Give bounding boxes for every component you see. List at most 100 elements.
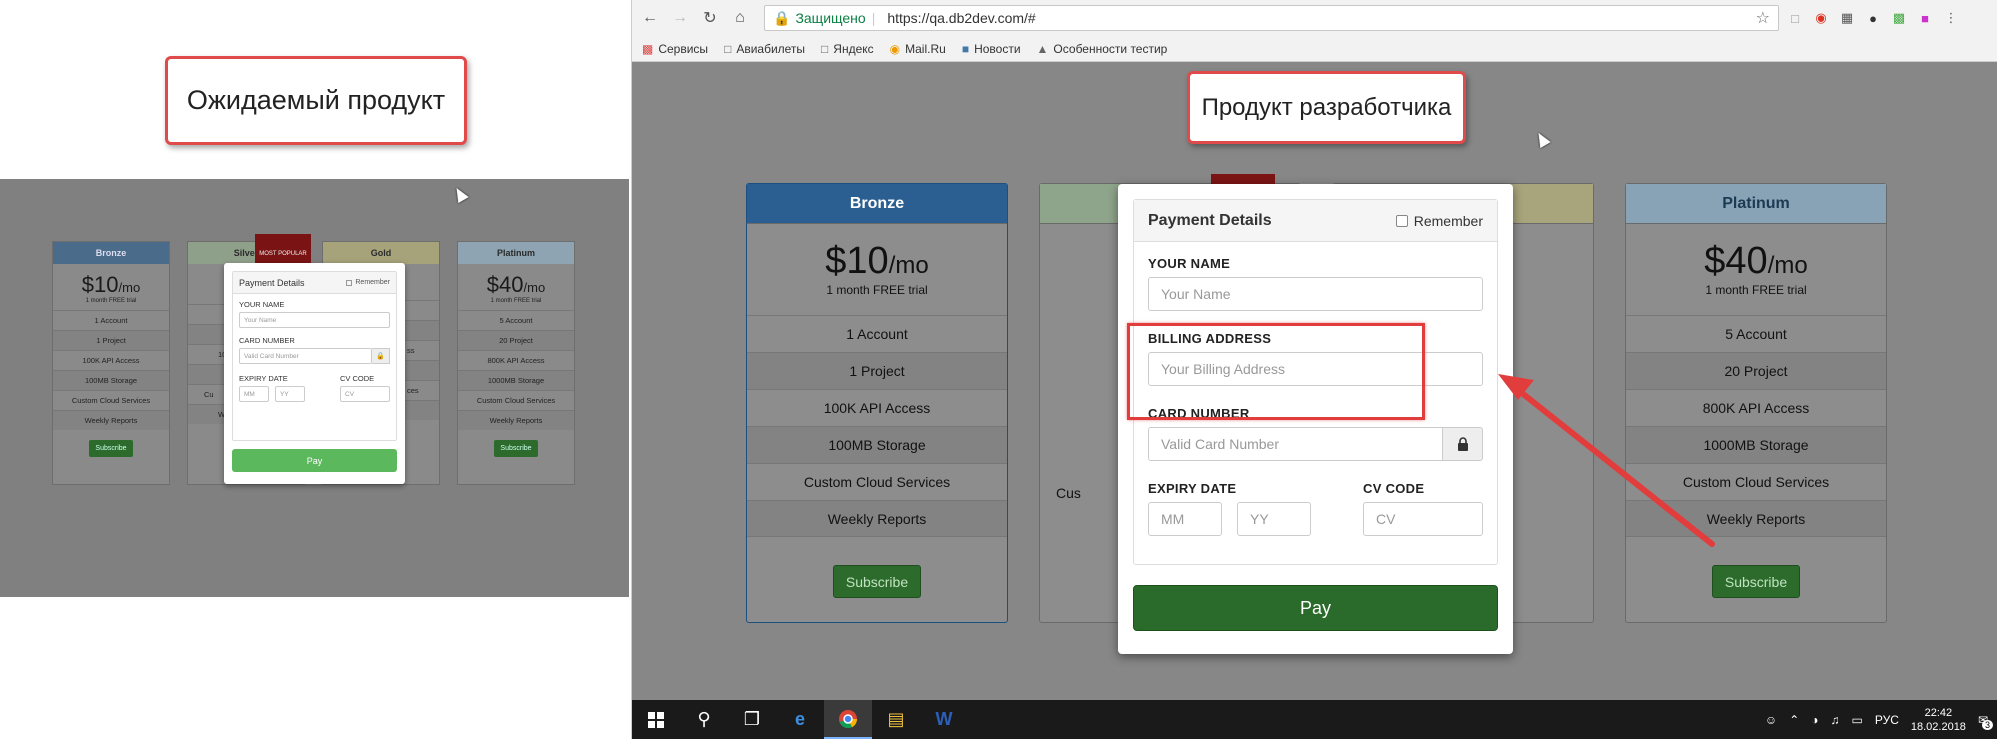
chrome-icon[interactable] [824,700,872,739]
clock-date: 18.02.2018 [1910,720,1966,733]
windows-taskbar: ⚲ ❐ e ▤ W ☺ ⌃ ◑ ♫ ▭ РУС 22:42 18.02.2018… [632,700,1997,739]
notifications-icon[interactable]: ✉ 3 [1978,713,1993,730]
mini-mm-input[interactable]: MM [239,386,269,402]
mini-pay-button[interactable]: Pay [232,449,397,472]
mini-cv-col: CV CODE CV [340,370,390,402]
bookmark-avia[interactable]: □ Авиабилеты [724,42,805,56]
search-icon[interactable]: ⚲ [680,700,728,739]
mini-card-title: Bronze [53,242,169,264]
mini-feature: 100K API Access [53,350,169,370]
mini-card-bronze: Bronze $10/mo 1 month FREE trial 1 Accou… [52,241,170,485]
address-bar[interactable]: 🔒 Защищено | https://qa.db2dev.com/# ☆ [764,5,1779,31]
bookmark-mailru[interactable]: ◉ Mail.Ru [890,42,946,56]
system-tray: ☺ ⌃ ◑ ♫ ▭ РУС 22:42 18.02.2018 ✉ 3 [1765,706,1997,734]
mini-card-trial: 1 month FREE trial [490,298,542,304]
clock-time: 22:42 [1924,706,1953,719]
mini-feature: 1000MB Storage [458,370,574,390]
mini-cv-label: CV CODE [340,374,375,383]
bookmark-label: Яндекс [833,41,874,56]
bookmark-label: Новости [974,41,1021,56]
bookmarks-bar: ▩ Сервисы □ Авиабилеты □ Яндекс ◉ Mail.Ru ■ Н… [632,36,1997,62]
clock[interactable]: 22:42 18.02.2018 [1911,706,1966,734]
mini-yy-input[interactable]: YY [275,386,305,402]
color-extension-icon[interactable]: ■ [1915,8,1935,28]
mini-feature: 1 Account [53,310,169,330]
opera-extension-icon[interactable]: ◉ [1811,8,1831,28]
folder-icon[interactable]: ▤ [872,700,920,739]
mini-feature: 800K API Access [458,350,574,370]
battery-icon[interactable]: ▭ [1852,713,1863,727]
mini-panel-title: Payment Details [239,277,305,288]
mini-card-title: Platinum [458,242,574,264]
mini-panel-header: Payment Details Remember [233,272,396,294]
mini-feature: Weekly Reports [458,410,574,430]
mini-remember-checkbox[interactable] [346,279,353,286]
mini-price-per: /mo [118,280,141,295]
mini-feature: 100MB Storage [53,370,169,390]
notifications-count: 3 [1981,719,1993,730]
bookmark-label: Сервисы [658,41,709,56]
windows-icon[interactable] [632,700,680,739]
menu-icon[interactable]: ⋮ [1941,8,1961,28]
bookmark-apps[interactable]: ▩ Сервисы [642,42,708,56]
expected-product-panel: Ожидаемый продукт Bronze $10/mo 1 month … [0,0,629,739]
mini-cv-input[interactable]: CV [340,386,390,402]
expected-callout: Ожидаемый продукт [165,56,467,145]
pdf-extension-icon[interactable]: □ [1785,8,1805,28]
home-icon[interactable]: ⌂ [728,6,752,30]
reload-icon[interactable]: ↻ [698,6,722,30]
flask-icon: ▲ [1036,41,1049,56]
page-icon: □ [724,41,732,56]
extension-icon[interactable]: ▦ [1837,8,1857,28]
translate-extension-icon[interactable]: ▩ [1889,8,1909,28]
volume-icon[interactable]: ♫ [1831,713,1840,727]
mini-price-value: $40 [486,272,524,297]
mini-remember[interactable]: Remember [346,279,390,286]
bookmark-label: Особенности тестир [1053,41,1168,56]
expected-payment-modal: Payment Details Remember YOUR NAME Your … [224,263,405,484]
bookmark-news[interactable]: ■ Новости [962,42,1021,56]
mini-subscribe-button[interactable]: Subscribe [89,440,133,457]
mini-expiry-label: EXPIRY DATE [239,374,288,383]
secure-label: Защищено [795,10,866,26]
annotation-arrow [1498,374,1715,547]
url-text[interactable]: https://qa.db2dev.com/# [887,10,1035,26]
browser-window: ← → ↻ ⌂ 🔒 Защищено | https://qa.db2dev.c… [631,0,1997,739]
apps-grid-icon: ▩ [642,41,654,56]
chevron-up-icon[interactable]: ⌃ [1789,713,1799,727]
mini-feature: 5 Account [458,310,574,330]
task-view-icon[interactable]: ❐ [728,700,776,739]
mini-card-title: Gold [323,242,439,264]
edge-icon[interactable]: e [776,700,824,739]
secure-indicator[interactable]: 🔒 Защищено [773,10,866,27]
mini-expiry-inputs: MM YY [239,386,305,402]
mini-price-per: /mo [523,280,546,295]
mini-card-input[interactable]: Valid Card Number [239,348,372,364]
mini-card-group: Valid Card Number 🔒 [239,348,390,364]
vk-icon: ■ [961,41,970,56]
word-icon[interactable]: W [920,700,968,739]
mini-card-label: CARD NUMBER [239,336,295,345]
mini-remember-label: Remember [355,279,390,286]
bookmark-testing[interactable]: ▲ Особенности тестир [1037,42,1168,56]
mini-feature: Custom Cloud Services [458,390,574,410]
mini-name-input[interactable]: Your Name [239,312,390,328]
network-icon[interactable]: ◑ [1811,713,1818,727]
people-icon[interactable]: ☺ [1765,713,1777,727]
lock-icon: 🔒 [773,9,791,26]
mini-expiry-col: EXPIRY DATE MM YY [239,370,305,402]
windows-logo [648,711,664,728]
bookmark-yandex[interactable]: □ Яндекс [821,42,874,56]
mini-card-price: $10/mo [53,272,169,298]
mini-feature: Custom Cloud Services [53,390,169,410]
lock-icon: 🔒 [372,348,390,364]
language-indicator[interactable]: РУС [1875,713,1899,727]
chrome-logo [839,709,858,728]
arrow-left-icon[interactable]: ← [638,6,662,30]
mini-subscribe-button[interactable]: Subscribe [494,440,538,457]
star-icon[interactable]: ☆ [1756,8,1770,28]
arrow-right-icon[interactable]: → [668,6,692,30]
screenshot-root: Ожидаемый продукт Bronze $10/mo 1 month … [0,0,1997,739]
mini-card-price: $40/mo [458,272,574,298]
vpn-extension-icon[interactable]: ● [1863,8,1883,28]
